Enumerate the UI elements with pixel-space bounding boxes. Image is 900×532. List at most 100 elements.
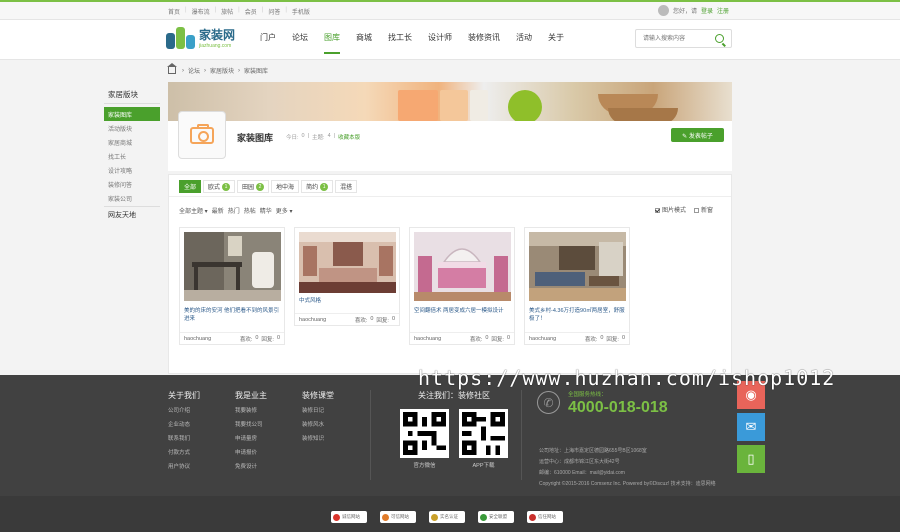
thread-card[interactable]: 中式风格 haochuang 喜欢: 0 回复: 0 (294, 227, 400, 326)
sidebar-item-design[interactable]: 设计攻略 (104, 163, 160, 177)
new-post-button[interactable]: ✎ 发表帖子 (671, 128, 724, 142)
thread-card[interactable]: 空间翻倍术 两居变成六居一模拟设计 haochuang 喜欢: 0 回复: 0 (409, 227, 515, 345)
replies-label: 回复: (261, 337, 274, 343)
favorite-link[interactable]: 收藏本版 (338, 133, 360, 141)
nav-gallery[interactable]: 图库 (324, 32, 340, 54)
footer-link[interactable]: 装修风水 (302, 420, 334, 428)
thread-author[interactable]: haochuang (184, 336, 211, 342)
type-tab-european[interactable]: 欧式 1 (203, 180, 236, 193)
footer-link[interactable]: 公司介绍 (168, 406, 200, 414)
search-input[interactable] (643, 30, 713, 47)
likes-count: 0 (370, 316, 374, 322)
footer-link[interactable]: 联系我们 (168, 434, 200, 442)
sidebar-item-events[interactable]: 活动版块 (104, 121, 160, 135)
thread-title[interactable]: 美式乡村-4.36万打造90㎡两居室，舒服极了！ (529, 307, 626, 323)
sidebar-item-qa[interactable]: 装修问答 (104, 177, 160, 191)
type-tab-count: 2 (256, 182, 265, 191)
thread-card[interactable]: 美式乡村-4.36万打造90㎡两居室，舒服极了！ haochuang 喜欢: 0 回… (524, 227, 630, 345)
image-mode-toggle[interactable]: 图片模式 (654, 205, 686, 214)
footer-link[interactable]: 装修日记 (302, 406, 334, 414)
type-tab-mixed[interactable]: 混搭 (335, 180, 358, 193)
today-label: 今日: (286, 135, 299, 141)
wechat-button[interactable]: ✉ (737, 413, 765, 441)
bottom-bar: 诚信网站 可信网站 实名认证 安全联盟 信任网站 (0, 496, 900, 532)
top-link-home[interactable]: 首页 (168, 7, 180, 16)
thread-title[interactable]: 美的的床的安河 他们把看不到的风景引进来 (184, 307, 281, 323)
home-icon[interactable] (167, 63, 177, 74)
forum-info: 家装图库 今日: 0 | 主题: 4 | 收藏本版 ✎ 发表帖子 (168, 111, 732, 171)
type-tab-all[interactable]: 全部 (179, 180, 202, 193)
filter-more[interactable]: 更多 ▾ (276, 206, 293, 215)
footer-link[interactable]: 企业动态 (168, 420, 200, 428)
type-tab-pastoral[interactable]: 田园 2 (237, 180, 270, 193)
replies-count: 0 (391, 316, 395, 322)
copyright: Copyright ©2015-2016 Comsenz Inc. Powere… (539, 481, 716, 487)
thread-thumbnail[interactable] (299, 232, 396, 293)
cert-label: 实名认证 (440, 514, 458, 519)
footer-link[interactable]: 付款方式 (168, 448, 200, 456)
qr-caption: APP下载 (472, 463, 495, 469)
thread-thumbnail[interactable] (184, 232, 281, 301)
footer-link[interactable]: 免费设计 (235, 462, 267, 470)
type-tab-simple[interactable]: 简约 1 (301, 180, 334, 193)
nav-events[interactable]: 活动 (516, 32, 532, 54)
breadcrumb-section[interactable]: 家居版块 (210, 66, 234, 75)
top-link-qa[interactable]: 问答 (268, 7, 280, 16)
thread-author[interactable]: haochuang (299, 317, 326, 323)
site-footer: 关于我们 公司介绍 企业动态 联系我们 付款方式 用户协议 我是业主 我要装修 … (0, 375, 900, 496)
thread-author[interactable]: haochuang (414, 336, 441, 342)
filter-latest[interactable]: 最新 (212, 206, 224, 215)
cert-badge[interactable]: 实名认证 (429, 511, 465, 523)
top-link-mobile[interactable]: 手机版 (292, 7, 310, 16)
nav-designer[interactable]: 设计师 (428, 32, 452, 54)
thread-thumbnail[interactable] (529, 232, 626, 301)
nav-about[interactable]: 关于 (548, 32, 564, 54)
mobile-button[interactable]: ▯ (737, 445, 765, 473)
footer-link[interactable]: 用户协议 (168, 462, 200, 470)
thread-thumbnail[interactable] (414, 232, 511, 301)
footer-link[interactable]: 我要找公司 (235, 420, 267, 428)
app-qr: APP下载 (459, 409, 508, 469)
filter-popular[interactable]: 热门 (228, 206, 240, 215)
cert-badge[interactable]: 诚信网站 (331, 511, 367, 523)
thread-title[interactable]: 空间翻倍术 两居变成六居一模拟设计 (414, 307, 511, 315)
sidebar-item-foreman[interactable]: 找工长 (104, 149, 160, 163)
filter-digest[interactable]: 精华 (260, 206, 272, 215)
footer-link[interactable]: 装修知识 (302, 434, 334, 442)
breadcrumb-forum[interactable]: 论坛 (188, 66, 200, 75)
nav-portal[interactable]: 门户 (260, 32, 276, 54)
wechat-icon: ✉ (745, 419, 757, 434)
nav-news[interactable]: 装修资讯 (468, 32, 500, 54)
footer-link[interactable]: 申请报价 (235, 448, 267, 456)
search-icon[interactable] (715, 34, 724, 43)
nav-forum[interactable]: 论坛 (292, 32, 308, 54)
filter-all-topics[interactable]: 全部主题 ▾ (179, 206, 208, 215)
filter-hot[interactable]: 热帖 (244, 206, 256, 215)
sidebar-item-mall[interactable]: 家居商城 (104, 135, 160, 149)
footer-link[interactable]: 申请量房 (235, 434, 267, 442)
nav-mall[interactable]: 商城 (356, 32, 372, 54)
type-tab-mediterranean[interactable]: 地中海 (271, 180, 300, 193)
contact-info: 邮编：610000 Email：mail@yidai.com (539, 470, 625, 476)
thread-title[interactable]: 中式风格 (299, 297, 396, 305)
new-window-toggle[interactable]: 新窗 (693, 205, 713, 214)
top-link-waterfall[interactable]: 瀑布流 (192, 7, 210, 16)
sidebar-group-community[interactable]: 网友天地 (104, 206, 160, 223)
thread-card[interactable]: 美的的床的安河 他们把看不到的风景引进来 haochuang 喜欢: 0 回复: 0 (179, 227, 285, 345)
camera-icon (190, 123, 214, 144)
login-link[interactable]: 登录 (701, 6, 713, 15)
site-logo[interactable]: 家装网 jiazhuang.com (166, 26, 235, 49)
cert-badge[interactable]: 信任网站 (527, 511, 563, 523)
breadcrumb-current[interactable]: 家装图库 (244, 66, 268, 75)
cert-badge[interactable]: 安全联盟 (478, 511, 514, 523)
top-link-travel[interactable]: 旅帖 (221, 7, 233, 16)
nav-foreman[interactable]: 找工长 (388, 32, 412, 54)
sidebar-item-gallery[interactable]: 家装图库 (104, 107, 160, 121)
cert-badge[interactable]: 可信网站 (380, 511, 416, 523)
thread-author[interactable]: haochuang (529, 336, 556, 342)
footer-link[interactable]: 我要装修 (235, 406, 267, 414)
sidebar-item-companies[interactable]: 家装公司 (104, 191, 160, 205)
likes-count: 0 (255, 335, 259, 341)
top-link-members[interactable]: 会员 (245, 7, 257, 16)
register-link[interactable]: 注册 (717, 6, 729, 15)
